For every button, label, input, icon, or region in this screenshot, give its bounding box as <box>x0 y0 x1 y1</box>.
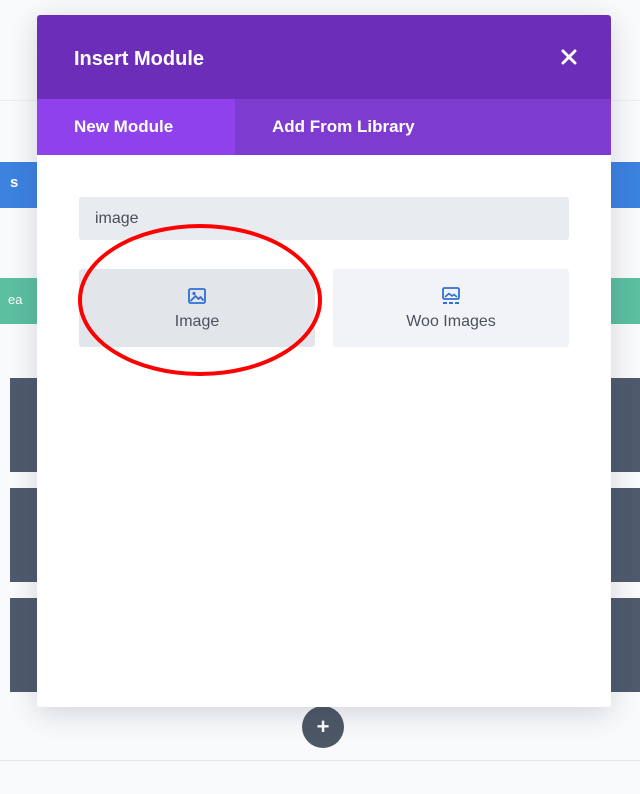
add-row-button[interactable]: + <box>302 706 344 748</box>
tab-new-module[interactable]: New Module <box>37 99 235 155</box>
background-dark-block <box>610 378 640 472</box>
close-icon <box>561 49 577 65</box>
module-search-input[interactable] <box>79 197 569 240</box>
module-woo-images[interactable]: Woo Images <box>333 269 569 347</box>
background-dark-block <box>10 378 40 472</box>
module-image-label: Image <box>174 313 220 330</box>
background-dark-block <box>10 488 40 582</box>
background-blue-bar-text: s <box>10 174 19 191</box>
woo-images-icon <box>442 287 460 304</box>
background-divider-bottom <box>0 760 640 761</box>
module-woo-images-label: Woo Images <box>406 313 496 330</box>
modal-title: Insert Module <box>74 48 205 70</box>
background-green-bar-left: ea <box>0 278 40 324</box>
close-button[interactable] <box>557 45 581 69</box>
image-icon <box>188 288 206 304</box>
background-blue-bar-left: s <box>0 162 40 208</box>
tab-add-from-library[interactable]: Add From Library <box>235 99 415 155</box>
plus-icon: + <box>316 714 330 739</box>
background-dark-block <box>10 598 40 692</box>
modal-body: Image Woo Images <box>37 155 611 707</box>
module-image[interactable]: Image <box>79 269 315 347</box>
background-dark-block <box>610 488 640 582</box>
background-green-bar-right <box>610 278 640 324</box>
modal-header: Insert Module <box>37 15 611 99</box>
background-dark-block <box>610 598 640 692</box>
background-blue-bar-right <box>610 162 640 208</box>
insert-module-modal: Insert Module New Module Add From Librar… <box>37 15 611 707</box>
background-green-bar-text: ea <box>8 292 23 307</box>
modal-tabs: New Module Add From Library <box>37 99 611 155</box>
